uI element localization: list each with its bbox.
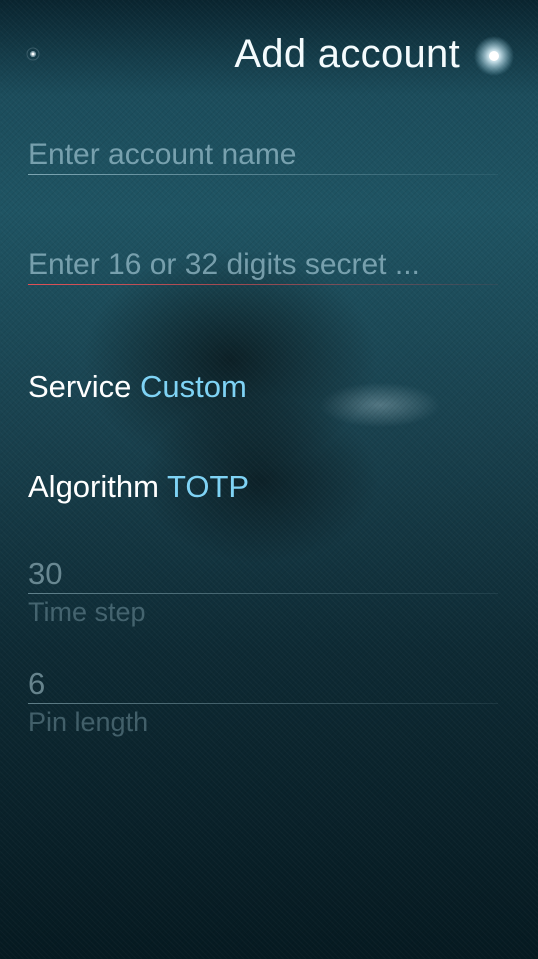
service-value: Custom [140,369,247,404]
page-title: Add account [234,32,460,76]
secret-field[interactable]: Enter 16 or 32 digits secret ... [28,248,498,285]
account-name-underline [28,174,498,175]
account-name-input[interactable]: Enter account name [28,138,498,172]
account-name-field[interactable]: Enter account name [28,138,498,175]
algorithm-label: Algorithm [28,469,159,504]
pin-length-field[interactable]: 6 Pin length [28,667,498,738]
accept-glow-icon[interactable] [474,36,514,76]
secret-input[interactable]: Enter 16 or 32 digits secret ... [28,248,498,282]
algorithm-combo-box[interactable]: Algorithm TOTP [28,469,249,505]
time-step-description: Time step [28,597,146,627]
service-label: Service [28,369,132,404]
pulley-back-indicator-icon[interactable] [24,45,42,63]
page-header: Add account [0,0,538,110]
pin-length-input[interactable]: 6 [28,667,498,701]
service-combo-box[interactable]: Service Custom [28,369,247,405]
pin-length-underline [28,703,498,704]
time-step-field[interactable]: 30 Time step [28,557,498,628]
secret-error-underline [28,284,498,285]
time-step-underline [28,593,498,594]
algorithm-value: TOTP [167,469,250,504]
pin-length-description: Pin length [28,707,149,737]
time-step-input[interactable]: 30 [28,557,498,591]
